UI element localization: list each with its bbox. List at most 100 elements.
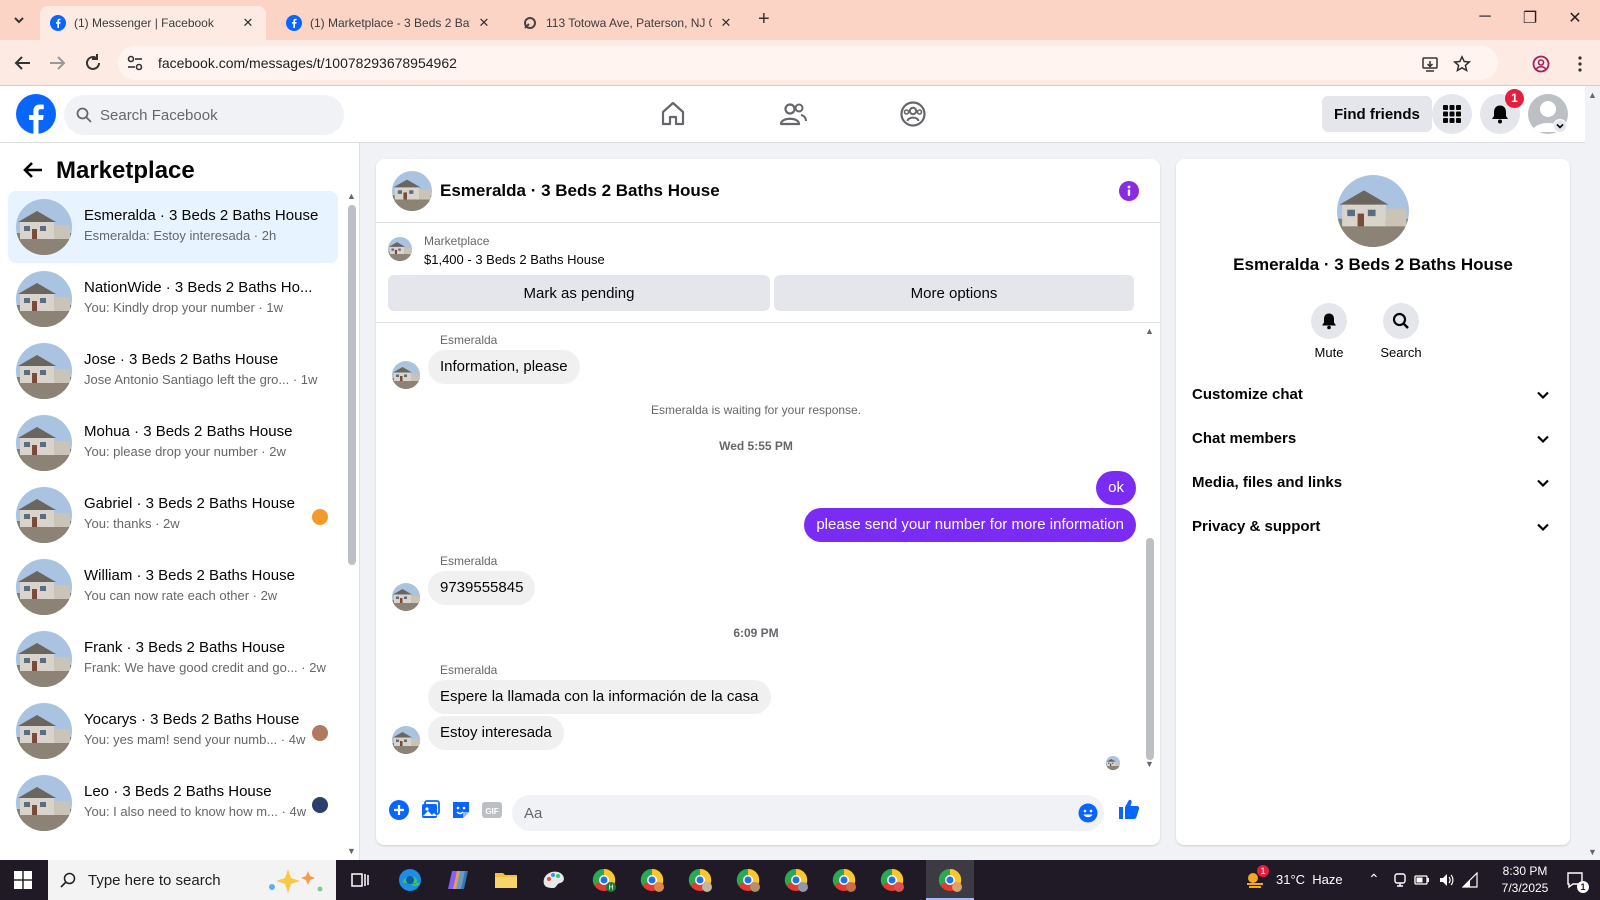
show-hidden-icons-chevron-icon[interactable]: ⌃: [1368, 871, 1380, 888]
scroll-up-arrow-icon[interactable]: ▲: [347, 191, 356, 201]
taskbar-search-box[interactable]: [48, 860, 336, 900]
chat-members-section[interactable]: Chat members: [1192, 419, 1554, 459]
chat-title[interactable]: Esmeralda · 3 Beds 2 Baths House: [440, 181, 720, 201]
conversation-item[interactable]: Jose · 3 Beds 2 Baths House Jose Antonio …: [8, 335, 338, 407]
sender-avatar[interactable]: [392, 726, 420, 754]
profile-account-icon[interactable]: [1532, 55, 1550, 73]
close-tab-icon[interactable]: ✕: [476, 15, 492, 31]
more-options-button[interactable]: More options: [774, 275, 1134, 311]
sidebar-scrollbar[interactable]: [348, 205, 356, 565]
back-arrow-icon[interactable]: [22, 159, 44, 181]
facebook-search-box[interactable]: [64, 95, 344, 135]
chrome-profile-icon[interactable]: [782, 866, 810, 894]
tab-address[interactable]: 113 Totowa Ave, Paterson, NJ 0 ✕: [512, 6, 744, 40]
message-bubble-incoming[interactable]: Information, please: [428, 350, 580, 384]
message-input-box[interactable]: [512, 795, 1104, 831]
chrome-profile-active-icon[interactable]: [936, 866, 964, 894]
taskbar-search-input[interactable]: [88, 860, 288, 900]
listing-thumbnail[interactable]: [388, 237, 412, 261]
minimize-window-icon[interactable]: ─: [1470, 8, 1500, 26]
menu-grid-button[interactable]: [1432, 94, 1472, 134]
home-icon[interactable]: [659, 100, 687, 128]
page-scroll-up-arrow-icon[interactable]: ▲: [1588, 90, 1597, 100]
mark-as-pending-button[interactable]: Mark as pending: [388, 275, 770, 311]
bookmark-star-icon[interactable]: [1453, 55, 1471, 73]
close-tab-icon[interactable]: ✕: [718, 15, 734, 31]
network-icon[interactable]: [1462, 872, 1478, 888]
friends-icon[interactable]: [779, 100, 807, 128]
groups-icon[interactable]: [899, 100, 927, 128]
emoji-icon[interactable]: [1078, 803, 1098, 823]
chrome-profile-icon[interactable]: [686, 866, 714, 894]
conversation-item[interactable]: William · 3 Beds 2 Baths House You can no…: [8, 551, 338, 623]
scroll-up-arrow-icon[interactable]: ▲: [1145, 326, 1154, 336]
search-action[interactable]: Search: [1365, 303, 1437, 360]
facebook-logo-icon[interactable]: [16, 94, 56, 134]
mute-action[interactable]: Mute: [1293, 303, 1365, 360]
conversation-item[interactable]: NationWide · 3 Beds 2 Baths Ho... You: Ki…: [8, 263, 338, 335]
message-bubble-incoming[interactable]: 9739555845: [428, 571, 536, 605]
scroll-down-arrow-icon[interactable]: ▼: [1145, 759, 1154, 769]
page-scroll-down-arrow-icon[interactable]: ▼: [1588, 847, 1597, 857]
conversation-item[interactable]: Yocarys · 3 Beds 2 Baths House You: yes m…: [8, 695, 338, 767]
find-friends-button[interactable]: Find friends: [1322, 96, 1432, 132]
edge-browser-icon[interactable]: [396, 866, 424, 894]
volume-icon[interactable]: [1438, 872, 1454, 888]
close-window-icon[interactable]: ✕: [1560, 8, 1590, 28]
account-chevron-icon[interactable]: [1553, 119, 1567, 133]
sender-avatar[interactable]: [392, 361, 420, 389]
listing-title[interactable]: $1,400 - 3 Beds 2 Baths House: [424, 252, 605, 267]
address-bar[interactable]: facebook.com/messages/t/1007829367895496…: [118, 46, 1498, 80]
browser-menu-icon[interactable]: [1571, 55, 1589, 73]
conversation-item[interactable]: Mohua · 3 Beds 2 Baths House You: please …: [8, 407, 338, 479]
message-bubble-outgoing[interactable]: please send your number for more informa…: [804, 508, 1136, 542]
site-info-icon[interactable]: [126, 55, 144, 71]
chrome-profile-icon[interactable]: [638, 866, 666, 894]
chat-avatar[interactable]: [392, 171, 432, 211]
chat-scrollbar[interactable]: [1146, 538, 1154, 760]
chrome-profile-icon[interactable]: [830, 866, 858, 894]
file-explorer-icon[interactable]: [492, 866, 520, 894]
forward-arrow-icon[interactable]: [46, 52, 68, 74]
customize-chat-section[interactable]: Customize chat: [1192, 375, 1554, 415]
plus-circle-icon[interactable]: [388, 799, 410, 821]
clock-time[interactable]: 8:30 PM: [1495, 864, 1555, 878]
sender-avatar[interactable]: [392, 583, 420, 611]
chrome-profile-h-icon[interactable]: H: [590, 866, 618, 894]
new-tab-plus-icon[interactable]: +: [758, 8, 770, 31]
message-bubble-outgoing[interactable]: ok: [1096, 471, 1136, 505]
weather-text[interactable]: 31°C Haze: [1276, 872, 1343, 887]
battery-icon[interactable]: [1414, 872, 1430, 888]
conversation-info-button[interactable]: [1119, 181, 1139, 201]
reload-icon[interactable]: [82, 52, 104, 74]
thumbs-up-icon[interactable]: [1117, 797, 1141, 821]
close-tab-icon[interactable]: ✕: [240, 15, 256, 31]
conversation-avatar[interactable]: [1337, 175, 1409, 247]
attach-photo-icon[interactable]: [419, 799, 441, 821]
mute-button[interactable]: [1311, 303, 1347, 339]
conversation-item[interactable]: Gabriel · 3 Beds 2 Baths House You: thank…: [8, 479, 338, 551]
tab-marketplace[interactable]: (1) Marketplace - 3 Beds 2 Bath ✕: [276, 6, 502, 40]
paint-app-icon[interactable]: [540, 866, 568, 894]
copilot-icon[interactable]: [444, 866, 472, 894]
message-bubble-incoming[interactable]: Estoy interesada: [428, 716, 564, 750]
gif-icon[interactable]: GIF: [481, 799, 503, 821]
install-app-icon[interactable]: [1421, 55, 1439, 73]
chrome-profile-icon[interactable]: [734, 866, 762, 894]
conversation-item[interactable]: Frank · 3 Beds 2 Baths House Frank: We ha…: [8, 623, 338, 695]
windows-start-icon[interactable]: [14, 871, 32, 889]
scroll-down-arrow-icon[interactable]: ▼: [347, 846, 356, 856]
privacy-support-section[interactable]: Privacy & support: [1192, 507, 1554, 547]
chrome-profile-icon[interactable]: [878, 866, 906, 894]
clock-date[interactable]: 7/3/2025: [1495, 881, 1555, 895]
back-arrow-icon[interactable]: [12, 52, 34, 74]
message-input[interactable]: [524, 795, 1064, 831]
sticker-icon[interactable]: [450, 799, 472, 821]
search-in-conversation-button[interactable]: [1383, 303, 1419, 339]
task-view-icon[interactable]: [346, 866, 374, 894]
conversation-item[interactable]: Leo · 3 Beds 2 Baths House You: I also ne…: [8, 767, 338, 839]
conversation-item[interactable]: Esmeralda · 3 Beds 2 Baths House Esmerald…: [8, 191, 338, 263]
tab-messenger[interactable]: (1) Messenger | Facebook ✕: [40, 6, 266, 40]
facebook-search-input[interactable]: [100, 95, 330, 135]
tab-search-chevron-icon[interactable]: [10, 11, 28, 29]
